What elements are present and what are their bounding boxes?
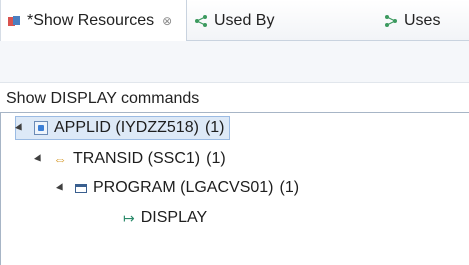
tree-node-program[interactable]: PROGRAM (LGACVS01) (1) [56, 176, 300, 200]
expand-icon[interactable] [15, 123, 25, 133]
view-tab-bar: *Show Resources ⊗ Used By Uses [0, 0, 469, 41]
applid-icon [34, 121, 48, 135]
transid-icon: ⇔ [53, 151, 67, 167]
tree-node-label: DISPLAY [140, 209, 208, 226]
expand-icon[interactable] [34, 154, 44, 164]
close-icon[interactable]: ⊗ [162, 14, 172, 28]
tree-node-count: (1) [206, 150, 226, 167]
tree-node-applid[interactable]: APPLID (IYDZZ518) (1) [15, 116, 230, 140]
tab-used-by-label: Used By [214, 11, 275, 29]
program-icon [75, 183, 87, 193]
expand-icon[interactable] [56, 183, 66, 193]
used-by-icon [194, 14, 208, 28]
tree-node-count: (1) [204, 119, 225, 136]
tab-uses[interactable]: Uses [384, 0, 469, 41]
tree-node-label: PROGRAM (LGACVS01) [93, 179, 274, 196]
tab-show-resources-label: *Show Resources [27, 11, 155, 29]
tree-node-label: APPLID (IYDZZ518) [54, 119, 199, 136]
tab-used-by[interactable]: Used By [194, 0, 304, 41]
uses-icon [384, 14, 398, 28]
display-command-icon: ↦ [123, 209, 135, 226]
resources-icon [7, 14, 21, 28]
tree-node-label: TRANSID (SSC1) [73, 150, 201, 167]
section-label: Show DISPLAY commands [6, 90, 200, 107]
tab-uses-label: Uses [404, 11, 441, 29]
resource-tree[interactable]: APPLID (IYDZZ518) (1) ⇔ TRANSID (SSC1) (… [0, 112, 469, 265]
tree-node-transid[interactable]: ⇔ TRANSID (SSC1) (1) [34, 147, 226, 171]
tree-node-count: (1) [279, 179, 300, 196]
tree-node-display[interactable]: ↦ DISPLAY [123, 206, 207, 230]
tab-show-resources[interactable]: *Show Resources ⊗ [0, 0, 187, 41]
view-toolbar [0, 41, 469, 83]
